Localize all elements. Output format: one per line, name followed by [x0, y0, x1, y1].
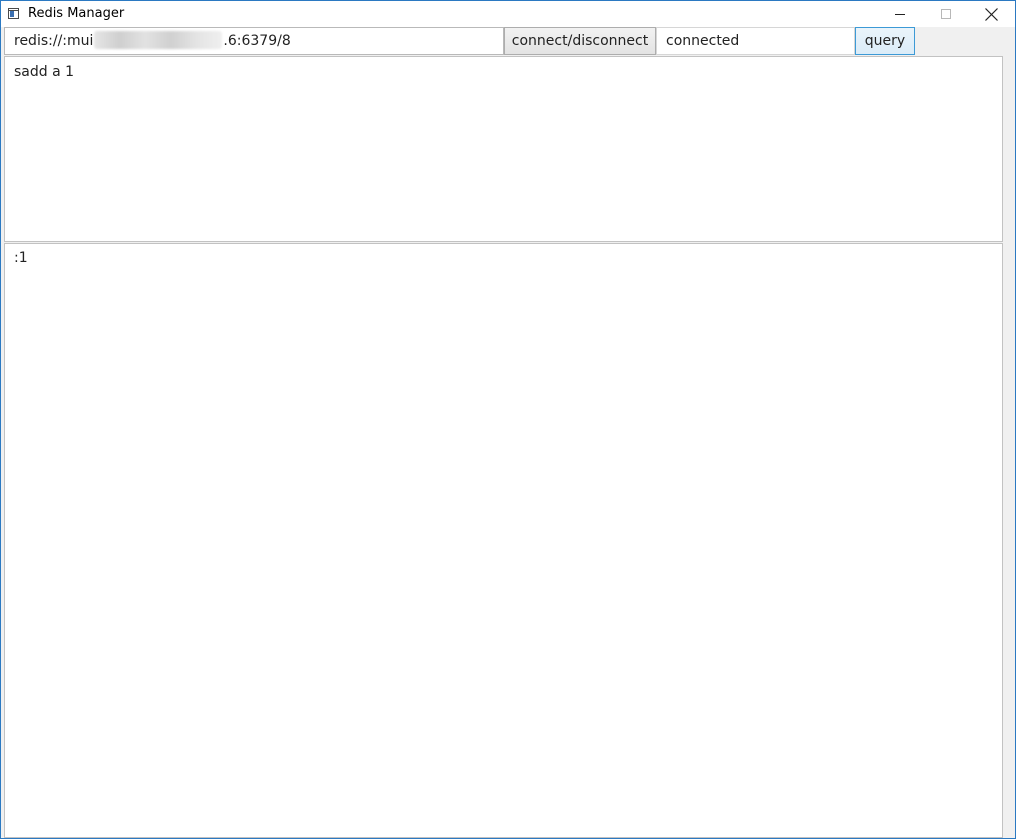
app-window: Redis Manager redis://:mui .6:6379/8 conn… [0, 0, 1016, 839]
app-window-icon [8, 8, 19, 19]
connection-toolbar: redis://:mui .6:6379/8 connect/disconnect… [1, 27, 1015, 55]
minimize-button[interactable] [877, 1, 923, 27]
title-bar: Redis Manager [1, 1, 1015, 27]
result-output[interactable]: :1 [4, 243, 1003, 838]
window-title: Redis Manager [28, 6, 125, 21]
redacted-host [94, 30, 223, 49]
connection-status-field: connected [656, 27, 855, 55]
close-icon [985, 8, 998, 21]
query-editor[interactable]: sadd a 1 [4, 56, 1003, 242]
connect-disconnect-button[interactable]: connect/disconnect [504, 27, 656, 55]
url-suffix: .6:6379/8 [223, 33, 291, 49]
query-button[interactable]: query [855, 27, 915, 55]
close-button[interactable] [969, 1, 1015, 27]
redis-url-input[interactable]: redis://:mui .6:6379/8 [4, 27, 504, 55]
maximize-button[interactable] [923, 1, 969, 27]
url-prefix: redis://:mui [14, 33, 94, 49]
